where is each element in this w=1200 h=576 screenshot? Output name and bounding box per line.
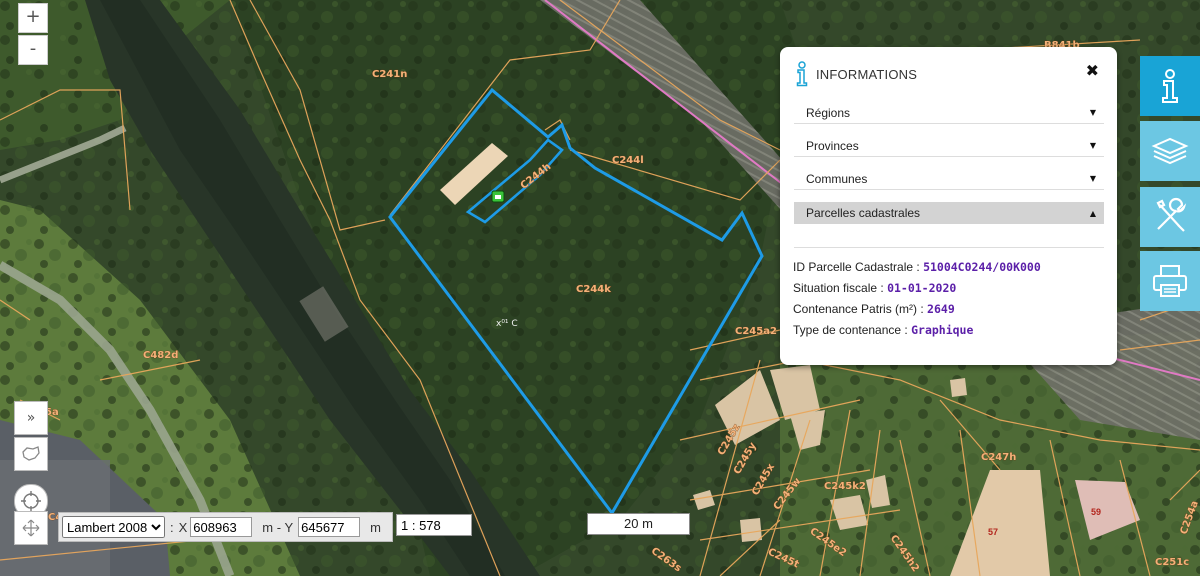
- detail-area-type: Type de contenance : Graphique: [793, 323, 973, 337]
- center-crosshair-marker: x⁰¹ C: [496, 319, 518, 329]
- accordion-label: Communes: [806, 171, 868, 186]
- unit-label: m: [370, 519, 381, 535]
- parcel-label: C245a2: [735, 326, 777, 337]
- projection-select[interactable]: Lambert 2008: [62, 516, 165, 538]
- detail-parcel-id: ID Parcelle Cadastrale : 51004C0244/00K0…: [793, 260, 1041, 274]
- y-coordinate-input[interactable]: [298, 517, 361, 537]
- caret-up-icon: ▲: [1089, 208, 1096, 218]
- fullscreen-button[interactable]: [14, 511, 48, 545]
- y-label: m - Y: [262, 519, 294, 535]
- x-coordinate-input[interactable]: [190, 517, 253, 537]
- parcel-label: C241n: [372, 69, 407, 80]
- caret-down-icon: ▼: [1089, 108, 1096, 117]
- zoom-out-button[interactable]: -: [18, 35, 48, 65]
- printer-icon: [1153, 265, 1187, 297]
- layers-tool-button[interactable]: [1140, 121, 1200, 181]
- info-icon: [1162, 69, 1178, 103]
- building-number: 59: [1091, 507, 1101, 517]
- move-arrows-icon: [22, 519, 40, 537]
- detail-label: ID Parcelle Cadastrale :: [793, 260, 924, 274]
- parcel-label: C247h: [981, 452, 1016, 463]
- accordion-parcelles-cadastrales[interactable]: Parcelles cadastrales ▲: [794, 202, 1104, 224]
- detail-value: Graphique: [911, 323, 974, 337]
- caret-down-icon: ▼: [1089, 174, 1096, 183]
- double-chevron-right-icon: »: [26, 410, 36, 426]
- info-panel-title: INFORMATIONS: [816, 66, 918, 82]
- scale-input[interactable]: [396, 514, 472, 536]
- coord-separator: :: [170, 519, 174, 535]
- region-tool-button[interactable]: [14, 437, 48, 471]
- crosshair-icon: [21, 491, 41, 511]
- parcel-label: C245k2: [824, 481, 866, 492]
- accordion-label: Régions: [806, 105, 851, 120]
- print-button[interactable]: [1140, 251, 1200, 311]
- expand-panel-button[interactable]: »: [14, 401, 48, 435]
- detail-label: Type de contenance :: [793, 323, 912, 337]
- detail-value: 01-01-2020: [887, 281, 957, 295]
- detail-label: Contenance Patris (m²) :: [793, 302, 928, 316]
- layers-icon: [1151, 137, 1189, 165]
- detail-value: 2649: [927, 302, 955, 316]
- scale-bar: 20 m: [587, 513, 690, 535]
- building-number: 57: [988, 527, 998, 537]
- wrench-screwdriver-icon: [1156, 197, 1187, 232]
- info-icon: [796, 61, 808, 87]
- info-tool-button[interactable]: [1140, 56, 1200, 116]
- close-icon[interactable]: ✖: [1086, 61, 1099, 80]
- information-panel: INFORMATIONS ✖ Régions ▼ Provinces ▼ Com…: [780, 47, 1117, 365]
- map-outline-icon: [22, 446, 40, 461]
- detail-value: 51004C0244/00K000: [923, 260, 1041, 274]
- parcel-label: C251c: [1155, 557, 1189, 568]
- detail-fiscal-situation: Situation fiscale : 01-01-2020: [793, 281, 956, 295]
- accordion-regions[interactable]: Régions ▼: [794, 102, 1104, 124]
- info-panel-header: INFORMATIONS ✖: [794, 59, 1103, 89]
- caret-down-icon: ▼: [1089, 141, 1096, 150]
- zoom-in-button[interactable]: +: [18, 3, 48, 33]
- detail-label: Situation fiscale :: [793, 281, 888, 295]
- parcel-label: C244l: [612, 155, 644, 166]
- accordion-label: Provinces: [806, 138, 859, 153]
- parcel-label: C244k: [576, 284, 611, 295]
- detail-area: Contenance Patris (m²) : 2649: [793, 302, 955, 316]
- accordion-provinces[interactable]: Provinces ▼: [794, 135, 1104, 157]
- accordion-label: Parcelles cadastrales: [806, 206, 921, 220]
- accordion-communes[interactable]: Communes ▼: [794, 168, 1104, 190]
- parcel-label: C482d: [143, 350, 178, 361]
- divider: [794, 247, 1104, 248]
- tools-button[interactable]: [1140, 187, 1200, 247]
- coordinate-bar: Lambert 2008 : X m - Y m: [58, 512, 393, 542]
- home-marker-icon: [491, 190, 505, 203]
- x-label: X: [178, 519, 188, 535]
